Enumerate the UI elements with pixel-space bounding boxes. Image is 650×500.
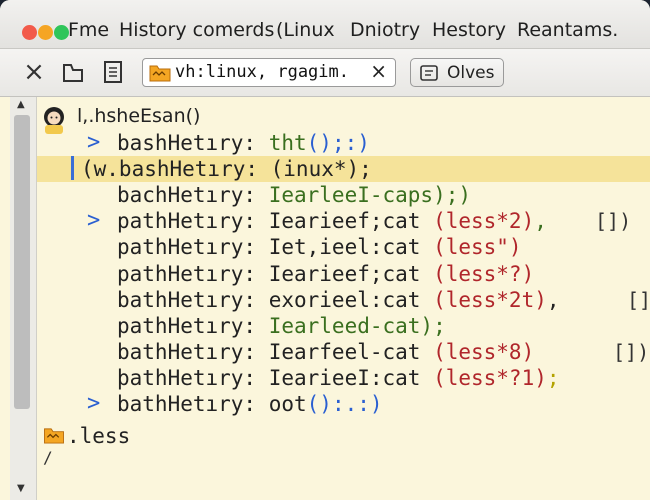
terminal-window: Fme History comerds (Linux Dniotry Hesto… <box>0 0 650 500</box>
code-token: pathHetıry: Iearieef;cat <box>117 209 434 234</box>
line-code: bachHetıry: IearleeI-caps);) <box>117 182 471 208</box>
terminal-output[interactable]: l,.hsheEsan() > bashHetıry: tht();:) (w.ba… <box>37 97 650 500</box>
line-code: þathHetıry: IearieeI:cat (less*?1); <box>117 365 560 391</box>
prompt-text: / <box>43 448 53 467</box>
output-line: bathHetıry: exorieel:cat (less*2t), []) <box>37 287 650 313</box>
line-code: bathHetıry: oot():.:) <box>117 391 383 417</box>
scrollbar[interactable]: ▲ ▼ <box>10 97 37 500</box>
text-cursor <box>71 156 74 181</box>
code-token: ();:) <box>306 131 370 155</box>
menu-bar: Fme History comerds (Linux Dniotry Hesto… <box>0 0 650 49</box>
code-token: (less*2t) <box>433 287 547 312</box>
olives-button[interactable]: Olves <box>410 58 504 87</box>
output-header: l,.hsheEsan() <box>37 103 650 134</box>
output-line: bathHetıry: Iearfeel-cat (less*8) []) <box>37 339 650 365</box>
bracket-box: []) <box>595 209 632 234</box>
code-token: bashHetıry: <box>117 131 269 155</box>
code-token: (less*2) <box>433 209 535 234</box>
prompt-line[interactable]: / <box>37 445 650 471</box>
code-token: tht <box>268 131 307 155</box>
new-tab-button[interactable] <box>60 57 86 87</box>
code-token: bathHetıry: exorieel:cat <box>117 287 434 312</box>
line-marker: > <box>87 130 101 155</box>
code-token: pathHetıry: <box>117 313 269 338</box>
output-line: þathHetıry: IearieeI:cat (less*?1); <box>37 365 650 391</box>
close-tab-button[interactable]: × <box>21 57 47 87</box>
toolbar: × vh:linux, rgagim. × Olves <box>0 49 650 97</box>
output-line: bachHetıry: IearleeI-caps);) <box>37 182 650 208</box>
output-line: (w.bashHetıry: (inux*); <box>37 156 650 183</box>
code-token: ():.:) <box>306 392 383 416</box>
line-code: pathHetıry: Iearleed-cat); <box>117 313 446 339</box>
output-line: pathHetıry: Iearleed-cat); <box>37 313 650 339</box>
code-token: , <box>534 209 547 234</box>
document-icon <box>104 61 122 83</box>
menu-history[interactable]: Hestory <box>432 19 506 41</box>
code-token: bachHetıry: <box>117 183 269 208</box>
line-code: bashHetıry: tht();:) <box>117 130 370 156</box>
code-token: (less*?) <box>433 261 535 286</box>
code-token: (less*?1) <box>433 365 547 390</box>
menu-history-commands[interactable]: History comerds <box>119 19 274 41</box>
menu-file[interactable]: Fme <box>68 19 109 41</box>
menu-reantams[interactable]: Reantams. <box>517 19 618 41</box>
code-token: IearleeI-caps);) <box>268 183 472 208</box>
output-line: pathHetıry: Iearieef;cat (less*?) <box>37 261 650 287</box>
code-token: þathHetıry: IearieeI:cat <box>117 365 434 390</box>
output-line: > bashHetıry: tht();:) <box>37 130 650 156</box>
address-field[interactable]: vh:linux, rgagim. × <box>142 58 396 87</box>
bracket-box: []) <box>613 339 650 364</box>
line-code: bathHetıry: Iearfeel-cat (less*8) <box>117 339 534 365</box>
zoom-window-icon[interactable] <box>54 25 69 40</box>
scroll-up-icon[interactable]: ▲ <box>17 99 25 110</box>
scroll-down-icon[interactable]: ▼ <box>17 483 25 494</box>
output-line: > pathHetıry: Iearieef;cat (less*2), []) <box>37 208 650 234</box>
card-icon <box>420 65 438 81</box>
code-token: pathHetıry: Iearieef;cat <box>117 261 434 286</box>
code-token: , <box>546 287 560 312</box>
code-token: (w.bashHetıry: (inux*); <box>81 157 372 182</box>
tab-icon <box>63 64 83 82</box>
code-token: Iearleed-cat); <box>268 313 446 338</box>
code-token: (less*8) <box>433 339 535 364</box>
line-code: bathHetıry: exorieel:cat (less*2t), <box>117 287 560 313</box>
document-button[interactable] <box>100 57 126 87</box>
olives-label: Olves <box>447 63 495 83</box>
folder-icon <box>149 65 171 82</box>
code-token: pathHetıry: Iet,ieel:cat <box>117 235 434 260</box>
menu-directory[interactable]: Dniotry <box>350 19 420 41</box>
bracket-box: []) <box>627 287 650 312</box>
line-code: pathHetıry: Iearieef;cat (less*2), <box>117 208 547 234</box>
code-token: bathHetıry: Iearfeel-cat <box>117 339 434 364</box>
line-marker: > <box>87 391 101 416</box>
line-marker: > <box>87 208 101 234</box>
address-text: vh:linux, rgagim. <box>175 62 349 82</box>
output-line: > bathHetıry: oot():.:) <box>37 391 650 417</box>
menu-linux[interactable]: (Linux <box>276 19 335 41</box>
code-token: bathHetıry: oot <box>117 392 307 416</box>
output-line: pathHetıry: Iet,ieel:cat (less") <box>37 234 650 260</box>
output-header-text: l,.hsheEsan() <box>77 105 201 127</box>
code-token: ; <box>546 365 560 390</box>
code-token: (less") <box>433 235 522 260</box>
line-code: (w.bashHetıry: (inux*); <box>81 156 372 182</box>
clear-address-button[interactable]: × <box>370 59 387 83</box>
minimize-window-icon[interactable] <box>38 25 53 40</box>
scrollbar-thumb[interactable] <box>14 115 30 409</box>
close-window-icon[interactable] <box>22 25 37 40</box>
line-code: pathHetıry: Iet,ieel:cat (less") <box>117 234 522 260</box>
folder-icon <box>44 428 64 444</box>
line-code: pathHetıry: Iearieef;cat (less*?) <box>117 261 534 287</box>
